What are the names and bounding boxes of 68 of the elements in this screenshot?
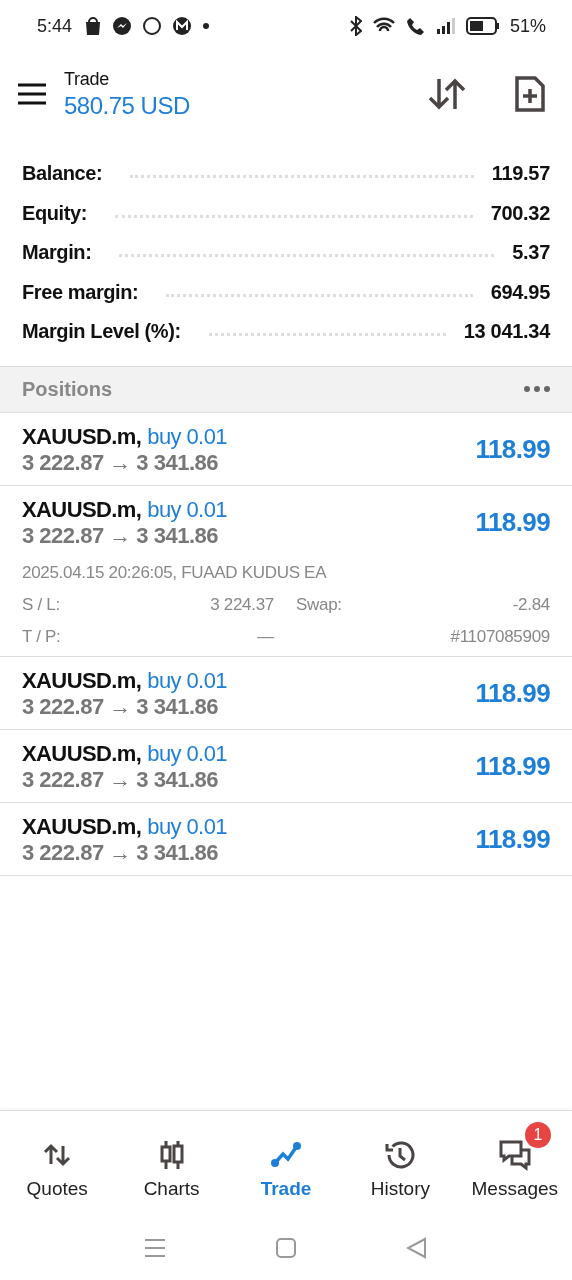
m-logo-icon — [172, 16, 193, 36]
profit-value: 118.99 — [475, 507, 550, 538]
symbol-name: XAUUSD.m, — [22, 423, 142, 450]
detail-value: 3 224.37 — [209, 594, 274, 615]
detail-value: -2.84 — [511, 594, 550, 615]
status-time: 5:44 — [37, 15, 73, 37]
detail-label: T / P: — [22, 626, 62, 647]
summary-label: Margin: — [22, 241, 92, 265]
price-range: 3 222.87 → 3 341.86 — [22, 522, 219, 549]
profit-value: 118.99 — [475, 824, 550, 855]
summary-value: 119.57 — [491, 162, 550, 186]
profit-value: 118.99 — [475, 434, 550, 465]
price-range: 3 222.87 → 3 341.86 — [22, 449, 219, 476]
open-time: 2025.04.15 20:26:05, FUAAD KUDUS EA — [22, 562, 328, 583]
back-icon[interactable] — [405, 1236, 428, 1259]
summary-label: Balance: — [22, 162, 103, 186]
bluetooth-icon — [349, 16, 362, 36]
detail-label: S / L: — [22, 594, 61, 615]
ticket-number: #1107085909 — [449, 626, 550, 647]
summary-label: Equity: — [22, 201, 87, 225]
menu-icon[interactable] — [18, 83, 46, 105]
recents-icon[interactable] — [144, 1237, 167, 1258]
section-title: Positions — [22, 377, 113, 401]
phone-icon — [405, 16, 426, 36]
screen-title: Trade — [64, 68, 110, 90]
detail-value: — — [256, 626, 274, 647]
nav-tab[interactable]: Messages 1 — [457, 1122, 572, 1204]
order-type: buy 0.01 — [147, 423, 227, 450]
summary-label: Free margin: — [22, 280, 139, 304]
summary-value: 694.95 — [490, 280, 550, 304]
symbol-name: XAUUSD.m, — [22, 496, 142, 523]
detail-label: Swap: — [295, 594, 343, 615]
profit-value: 118.99 — [475, 751, 550, 782]
battery-icon — [465, 17, 500, 35]
order-type: buy 0.01 — [147, 496, 227, 523]
battery-percent: 51% — [509, 15, 546, 37]
summary-value: 13 041.34 — [463, 320, 550, 344]
position-row[interactable]: XAUUSD.m, buy 0.01 3 222.87 → 3 341.86 118.99 — [0, 656, 572, 730]
signal-icon — [435, 17, 456, 35]
account-balance: 580.75 USD — [64, 91, 191, 120]
order-type: buy 0.01 — [147, 813, 227, 840]
position-row[interactable]: XAUUSD.m, buy 0.01 3 222.87 → 3 341.86 118.99 — [0, 729, 572, 803]
summary-value: 5.37 — [512, 241, 550, 265]
notification-badge: 1 — [524, 1122, 551, 1148]
summary-label: Margin Level (%): — [22, 320, 181, 344]
order-type: buy 0.01 — [147, 740, 227, 767]
symbol-name: XAUUSD.m, — [22, 813, 142, 840]
position-row[interactable]: XAUUSD.m, buy 0.01 3 222.87 → 3 341.86 118.99 — [0, 412, 572, 486]
price-range: 3 222.87 → 3 341.86 — [22, 693, 219, 720]
price-range: 3 222.87 → 3 341.86 — [22, 839, 219, 866]
position-row[interactable]: XAUUSD.m, buy 0.01 3 222.87 → 3 341.86 118.99 — [0, 802, 572, 876]
dot-icon — [202, 22, 211, 30]
nav-tab[interactable]: History — [343, 1122, 458, 1204]
position-row[interactable]: XAUUSD.m, buy 0.01 3 222.87 → 3 341.86 118.99 2025.04.15 20:26:05, FUAAD KUDUS EA S / L: 3 224.37 Swap: -2.84 T / P: — #1107085909 — [0, 485, 572, 657]
symbol-name: XAUUSD.m, — [22, 740, 142, 767]
chat-icon — [497, 1138, 532, 1172]
shopping-bag-icon — [84, 16, 103, 36]
nav-tab[interactable]: Trade — [228, 1122, 344, 1204]
nav-tab[interactable]: Quotes — [0, 1122, 115, 1204]
nav-tab[interactable]: Charts — [114, 1122, 229, 1204]
profit-value: 118.99 — [475, 678, 550, 709]
messenger-icon — [112, 16, 133, 36]
home-icon[interactable] — [275, 1236, 297, 1259]
order-type: buy 0.01 — [147, 667, 227, 694]
price-range: 3 222.87 → 3 341.86 — [22, 766, 219, 793]
symbol-name: XAUUSD.m, — [22, 667, 142, 694]
more-icon[interactable] — [524, 386, 550, 392]
summary-value: 700.32 — [490, 201, 550, 225]
